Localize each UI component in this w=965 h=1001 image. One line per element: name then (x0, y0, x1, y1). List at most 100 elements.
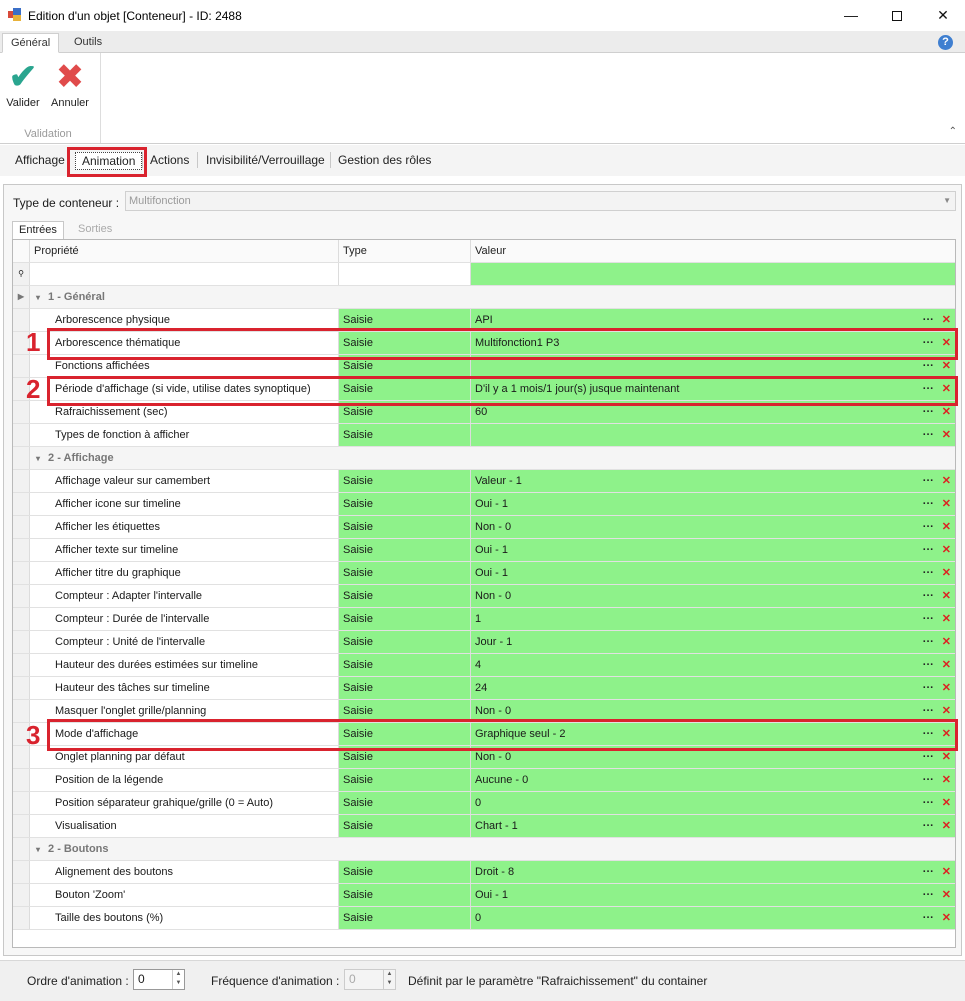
property-type[interactable]: Saisie (338, 907, 470, 929)
more-options-icon[interactable]: ··· (923, 912, 934, 924)
property-value[interactable]: ··· ✕ (470, 424, 955, 446)
tab-general[interactable]: Général (2, 33, 60, 53)
property-type[interactable]: Saisie (338, 608, 470, 630)
more-options-icon[interactable]: ··· (923, 613, 934, 625)
delete-icon[interactable]: ✕ (942, 613, 951, 625)
property-row[interactable]: Alignement des boutons Saisie Droit - 8 ···… (13, 861, 955, 884)
more-options-icon[interactable]: ··· (923, 360, 934, 372)
stepper-arrows-icon[interactable]: ▲ ▼ (383, 970, 395, 989)
delete-icon[interactable]: ✕ (942, 636, 951, 648)
more-options-icon[interactable]: ··· (923, 590, 934, 602)
property-row[interactable]: Compteur : Durée de l'intervalle Saisie 1 ·… (13, 608, 955, 631)
container-type-select[interactable]: Multifonction ▼ (125, 191, 956, 211)
filter-type[interactable] (338, 263, 470, 285)
group-title[interactable]: ▾ 1 - Général (30, 286, 955, 308)
property-value[interactable]: Chart - 1 ··· ✕ (470, 815, 955, 837)
property-value[interactable]: 0 ··· ✕ (470, 792, 955, 814)
property-value[interactable]: Oui - 1 ··· ✕ (470, 562, 955, 584)
tab-outils[interactable]: Outils (66, 33, 110, 53)
property-row[interactable]: Afficher titre du graphique Saisie Oui - 1… (13, 562, 955, 585)
delete-icon[interactable]: ✕ (942, 912, 951, 924)
property-row[interactable]: Affichage valeur sur camembert Saisie Vale… (13, 470, 955, 493)
more-options-icon[interactable]: ··· (923, 889, 934, 901)
more-options-icon[interactable]: ··· (923, 705, 934, 717)
property-value[interactable]: Jour - 1 ··· ✕ (470, 631, 955, 653)
property-value[interactable]: Oui - 1 ··· ✕ (470, 539, 955, 561)
more-options-icon[interactable]: ··· (923, 682, 934, 694)
delete-icon[interactable]: ✕ (942, 475, 951, 487)
delete-icon[interactable]: ✕ (942, 567, 951, 579)
group-title[interactable]: ▾ 2 - Affichage (30, 447, 955, 469)
delete-icon[interactable]: ✕ (942, 521, 951, 533)
collapse-icon[interactable]: ▾ (36, 845, 40, 854)
delete-icon[interactable]: ✕ (942, 889, 951, 901)
help-icon[interactable]: ? (938, 35, 953, 50)
tab-entrees[interactable]: Entrées (12, 221, 64, 239)
more-options-icon[interactable]: ··· (923, 544, 934, 556)
delete-icon[interactable]: ✕ (942, 360, 951, 372)
delete-icon[interactable]: ✕ (942, 314, 951, 326)
more-options-icon[interactable]: ··· (923, 636, 934, 648)
header-value[interactable]: Valeur (470, 240, 955, 262)
cancel-button[interactable]: ✖ Annuler (48, 57, 92, 109)
property-row[interactable]: Hauteur des tâches sur timeline Saisie 24 ·… (13, 677, 955, 700)
property-row[interactable]: Taille des boutons (%) Saisie 0 ··· ✕ (13, 907, 955, 930)
minimize-button[interactable]: — (828, 0, 874, 31)
property-value[interactable]: Non - 0 ··· ✕ (470, 516, 955, 538)
delete-icon[interactable]: ✕ (942, 797, 951, 809)
group-row[interactable]: ▾ 2 - Boutons (13, 838, 955, 861)
tab-actions[interactable]: Actions (150, 153, 189, 167)
more-options-icon[interactable]: ··· (923, 659, 934, 671)
property-type[interactable]: Saisie (338, 470, 470, 492)
property-value[interactable]: Non - 0 ··· ✕ (470, 585, 955, 607)
more-options-icon[interactable]: ··· (923, 314, 934, 326)
collapse-icon[interactable]: ▾ (36, 293, 40, 302)
group-row[interactable]: ▶ ▾ 1 - Général (13, 286, 955, 309)
more-options-icon[interactable]: ··· (923, 475, 934, 487)
order-stepper[interactable]: 0 ▲ ▼ (133, 969, 185, 990)
delete-icon[interactable]: ✕ (942, 682, 951, 694)
delete-icon[interactable]: ✕ (942, 590, 951, 602)
property-type[interactable]: Saisie (338, 677, 470, 699)
property-row[interactable]: Bouton 'Zoom' Saisie Oui - 1 ··· ✕ (13, 884, 955, 907)
group-title[interactable]: ▾ 2 - Boutons (30, 838, 955, 860)
tab-affichage[interactable]: Affichage (15, 153, 65, 167)
more-options-icon[interactable]: ··· (923, 774, 934, 786)
stepper-arrows-icon[interactable]: ▲ ▼ (172, 970, 184, 989)
property-type[interactable]: Saisie (338, 884, 470, 906)
header-type[interactable]: Type (338, 240, 470, 262)
property-value[interactable]: 24 ··· ✕ (470, 677, 955, 699)
property-value[interactable]: Oui - 1 ··· ✕ (470, 493, 955, 515)
property-row[interactable]: Hauteur des durées estimées sur timeline… (13, 654, 955, 677)
tab-gestion-roles[interactable]: Gestion des rôles (338, 153, 431, 167)
property-type[interactable]: Saisie (338, 815, 470, 837)
maximize-button[interactable] (874, 0, 920, 31)
more-options-icon[interactable]: ··· (923, 820, 934, 832)
more-options-icon[interactable]: ··· (923, 406, 934, 418)
tab-sorties[interactable]: Sorties (72, 221, 118, 239)
delete-icon[interactable]: ✕ (942, 406, 951, 418)
property-row[interactable]: Position séparateur grahique/grille (0 =… (13, 792, 955, 815)
property-row[interactable]: Types de fonction à afficher Saisie ··· ✕ (13, 424, 955, 447)
property-type[interactable]: Saisie (338, 792, 470, 814)
filter-property[interactable] (30, 263, 338, 285)
collapse-icon[interactable]: ▾ (36, 454, 40, 463)
property-row[interactable]: Afficher texte sur timeline Saisie Oui - 1… (13, 539, 955, 562)
delete-icon[interactable]: ✕ (942, 774, 951, 786)
property-value[interactable]: Droit - 8 ··· ✕ (470, 861, 955, 883)
delete-icon[interactable]: ✕ (942, 429, 951, 441)
delete-icon[interactable]: ✕ (942, 659, 951, 671)
filter-value[interactable] (470, 263, 955, 285)
property-type[interactable]: Saisie (338, 539, 470, 561)
property-type[interactable]: Saisie (338, 493, 470, 515)
more-options-icon[interactable]: ··· (923, 866, 934, 878)
delete-icon[interactable]: ✕ (942, 751, 951, 763)
property-row[interactable]: Afficher icone sur timeline Saisie Oui - 1… (13, 493, 955, 516)
property-type[interactable]: Saisie (338, 516, 470, 538)
property-row[interactable]: Position de la légende Saisie Aucune - 0 ··… (13, 769, 955, 792)
more-options-icon[interactable]: ··· (923, 567, 934, 579)
property-type[interactable]: Saisie (338, 769, 470, 791)
property-row[interactable]: Visualisation Saisie Chart - 1 ··· ✕ (13, 815, 955, 838)
property-type[interactable]: Saisie (338, 424, 470, 446)
tab-invisibilite[interactable]: Invisibilité/Verrouillage (206, 153, 325, 167)
